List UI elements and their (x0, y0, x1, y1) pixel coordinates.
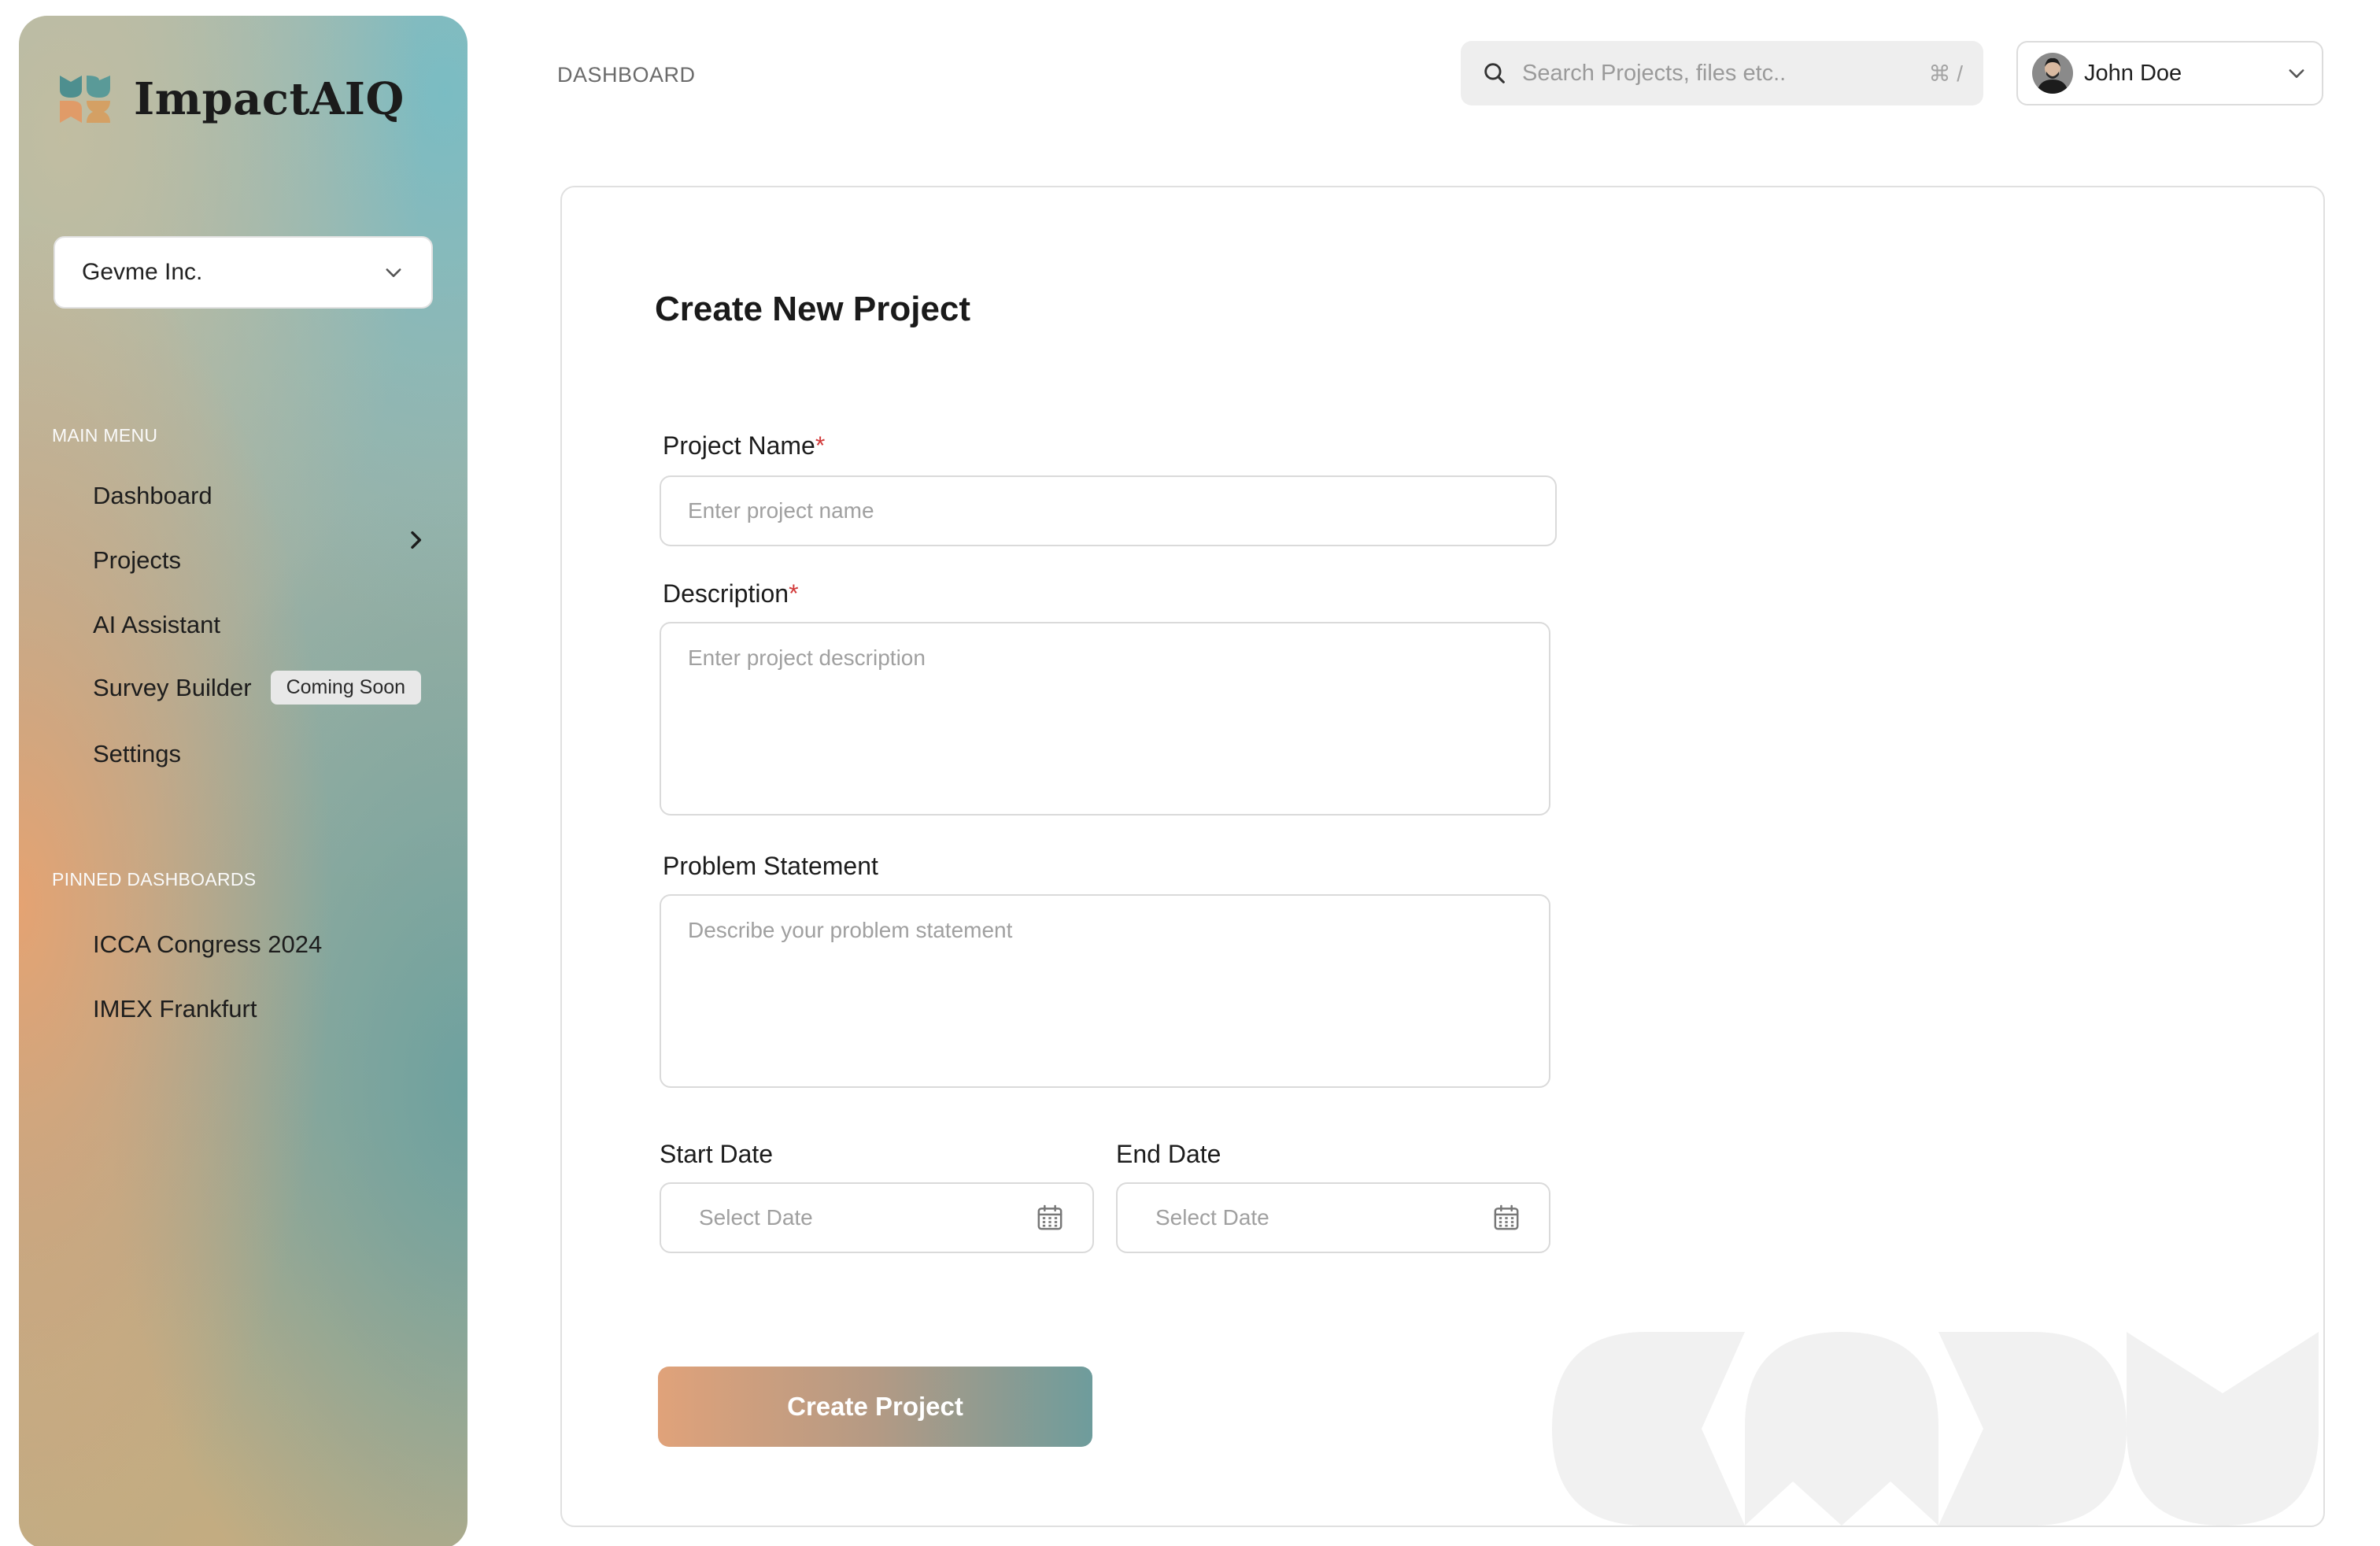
required-asterisk: * (789, 579, 799, 608)
start-date-input[interactable] (699, 1205, 935, 1230)
organization-select-value: Gevme Inc. (82, 259, 203, 285)
chevron-down-icon (386, 268, 401, 277)
description-textarea[interactable] (660, 622, 1550, 816)
sidebar-item-label: Projects (93, 546, 181, 574)
sidebar-item-ai-assistant[interactable]: AI Assistant (93, 611, 220, 639)
pinned-item-icca-congress[interactable]: ICCA Congress 2024 (93, 930, 322, 959)
end-date-picker[interactable] (1116, 1182, 1550, 1253)
breadcrumb[interactable]: DASHBOARD (557, 63, 696, 87)
problem-statement-textarea[interactable] (660, 894, 1550, 1088)
problem-statement-label: Problem Statement (663, 852, 878, 880)
required-asterisk: * (815, 431, 826, 460)
pinned-item-imex-frankfurt[interactable]: IMEX Frankfurt (93, 995, 257, 1023)
form-title: Create New Project (655, 290, 971, 328)
search-icon (1484, 63, 1505, 83)
coming-soon-badge: Coming Soon (270, 671, 422, 705)
project-name-input[interactable] (660, 475, 1557, 546)
start-date-label: Start Date (660, 1140, 774, 1168)
pinned-item-label: ICCA Congress 2024 (93, 930, 323, 958)
project-name-label: Project Name* (663, 431, 826, 460)
sidebar-item-survey-builder[interactable]: Survey Builder Coming Soon (93, 671, 422, 705)
pinned-dashboards-heading: PINNED DASHBOARDS (52, 869, 257, 890)
search-input[interactable] (1522, 60, 1929, 87)
calendar-icon[interactable] (1034, 1202, 1066, 1233)
user-name: John Doe (2084, 60, 2182, 86)
pinned-item-label: IMEX Frankfurt (93, 995, 257, 1023)
user-avatar-icon (2032, 53, 2073, 94)
description-label: Description* (663, 579, 799, 608)
app-logo[interactable]: ImpactAIQ (58, 72, 405, 126)
end-date-label: End Date (1116, 1140, 1221, 1168)
sidebar-item-label: Settings (93, 740, 182, 767)
sidebar-item-label: Survey Builder (93, 673, 252, 701)
chevron-down-icon (2289, 69, 2304, 78)
sidebar-item-projects[interactable]: Projects (93, 546, 181, 575)
avatar (2032, 53, 2073, 94)
create-project-card: Create New Project Project Name* Descrip… (560, 186, 2325, 1527)
search-shortcut-hint: ⌘ / (1928, 61, 1963, 86)
user-menu[interactable]: John Doe (2016, 41, 2323, 105)
sidebar-item-label: Dashboard (93, 482, 213, 509)
search-bar[interactable]: ⌘ / (1461, 41, 1983, 105)
sidebar-item-settings[interactable]: Settings (93, 740, 181, 768)
organization-select[interactable]: Gevme Inc. (54, 236, 433, 309)
end-date-input[interactable] (1155, 1205, 1391, 1230)
calendar-icon[interactable] (1491, 1202, 1522, 1233)
app-name: ImpactAIQ (134, 73, 405, 125)
sidebar-item-label: AI Assistant (93, 611, 220, 638)
sidebar-item-dashboard[interactable]: Dashboard (93, 482, 213, 510)
chevron-right-icon[interactable] (403, 527, 428, 553)
sidebar: ImpactAIQ Gevme Inc. MAIN MENU Dashboard… (19, 16, 468, 1546)
logo-watermark-icon (1552, 1332, 2319, 1526)
start-date-picker[interactable] (660, 1182, 1094, 1253)
create-project-button[interactable]: Create Project (658, 1367, 1092, 1447)
main-menu-heading: MAIN MENU (52, 425, 158, 446)
impactaiq-logo-icon (60, 76, 110, 123)
